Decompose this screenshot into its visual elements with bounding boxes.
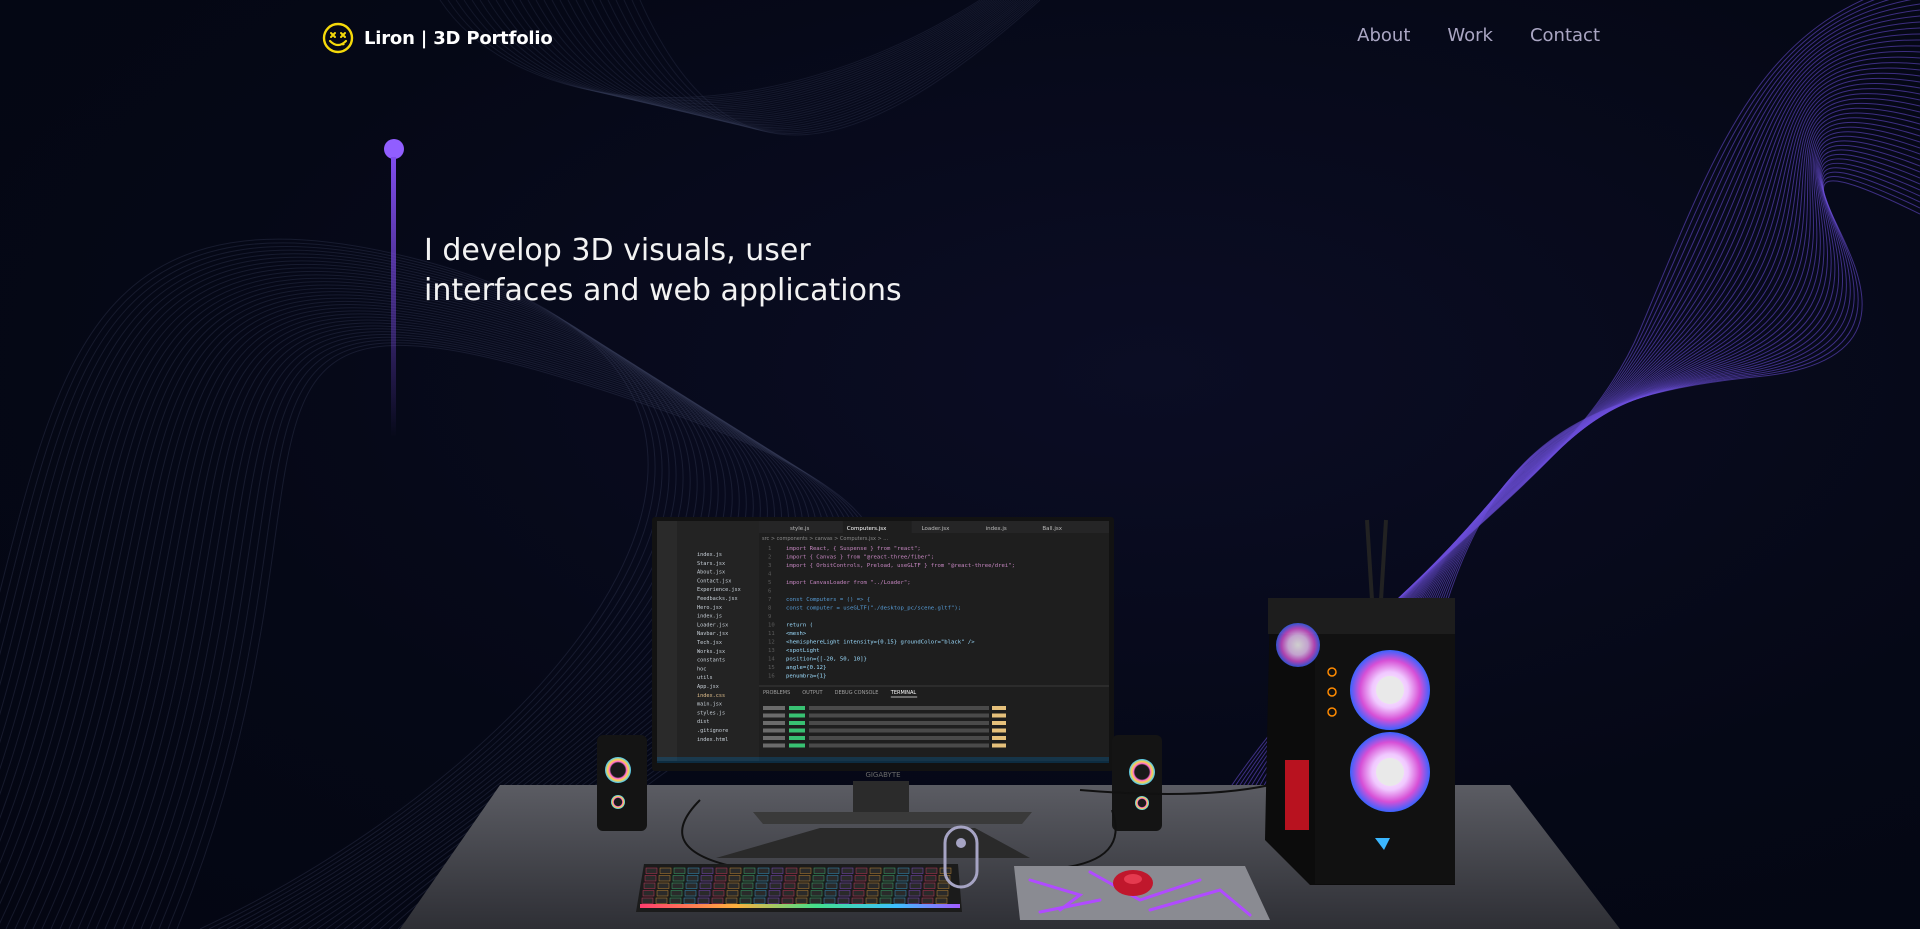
explorer-file: Works.jsx [697,649,725,655]
svg-text:16: 16 [768,674,775,680]
explorer-file: index.js [697,614,722,620]
editor-tab: style.js [790,526,809,532]
explorer-file: Feedbacks.jsx [697,596,738,602]
explorer-file: Tech.jsx [697,640,722,646]
panel-tab: OUTPUT [802,690,823,696]
right-speaker [1112,735,1162,831]
explorer-file: Navbar.jsx [697,631,728,637]
code-line: const computer = useGLTF("./desktop_pc/s… [786,606,961,612]
code-line: <mesh> [786,631,807,637]
svg-text:13: 13 [768,648,775,654]
explorer-file: main.jsx [697,702,722,708]
editor-tab: index.js [986,526,1007,532]
editor-tab: Ball.jsx [1042,526,1062,532]
explorer-file: utils [697,675,713,681]
mouse-pad [1014,866,1270,920]
svg-text:11: 11 [768,631,775,637]
pc-tower [1265,519,1455,885]
explorer-file: dist [697,719,710,725]
explorer-file: App.jsx [697,684,719,690]
code-line: import { OrbitControls, Preload, useGLTF… [786,563,1015,569]
explorer-file: Hero.jsx [697,605,722,611]
explorer-file: Experience.jsx [697,587,741,593]
code-line: <hemisphereLight intensity={0.15} ground… [786,640,975,646]
code-line: import CanvasLoader from "../Loader"; [786,580,911,586]
rgb-keyboard [636,864,962,912]
explorer-file: index.html [697,737,728,743]
monitor-brand: GIGABYTE [865,771,900,779]
explorer-file: constants [697,658,725,664]
svg-text:1: 1 [768,546,771,552]
portfolio-page: Liron | 3D Portfolio About Work Contact … [0,0,1920,929]
explorer-file: About.jsx [697,570,725,576]
explorer-file: index.js [697,552,722,558]
code-line: angle={0.12} [786,665,826,671]
explorer-file: styles.js [697,710,725,716]
svg-text:15: 15 [768,665,775,671]
panel-tab: TERMINAL [890,690,917,696]
svg-text:2: 2 [768,555,771,561]
code-line: <spotLight [786,648,820,654]
explorer-file: index.css [697,693,725,699]
svg-text:12: 12 [768,640,775,646]
panel-tab: DEBUG CONSOLE [835,690,879,696]
explorer-file: hoc [697,666,706,672]
explorer-file: Contact.jsx [697,578,731,584]
svg-text:9: 9 [768,614,771,620]
left-speaker [597,735,647,831]
svg-text:3: 3 [768,563,771,569]
code-line: position={[-20, 50, 10]} [786,657,867,663]
editor-tab: Loader.jsx [922,526,950,532]
editor-breadcrumb: src > components > canvas > Computers.js… [762,536,888,542]
code-line: import { Canvas } from "@react-three/fib… [786,555,934,561]
editor-tab: Computers.jsx [847,526,887,532]
code-line: const Computers = () => { [786,597,870,603]
explorer-file: .gitignore [697,728,728,734]
svg-text:10: 10 [768,623,775,629]
explorer-file: Loader.jsx [697,622,728,628]
panel-tab: PROBLEMS [763,690,790,696]
svg-text:5: 5 [768,580,771,586]
svg-text:14: 14 [768,657,775,663]
svg-text:7: 7 [768,597,771,603]
code-line: import React, { Suspense } from "react"; [786,546,921,552]
code-line: penumbra={1} [786,674,826,680]
svg-text:6: 6 [768,589,771,595]
desktop-pc-3d-scene[interactable]: index.js Stars.jsx About.jsx Contact.jsx Exp… [0,0,1920,929]
explorer-file: Stars.jsx [697,561,725,567]
code-line: return ( [786,623,813,629]
